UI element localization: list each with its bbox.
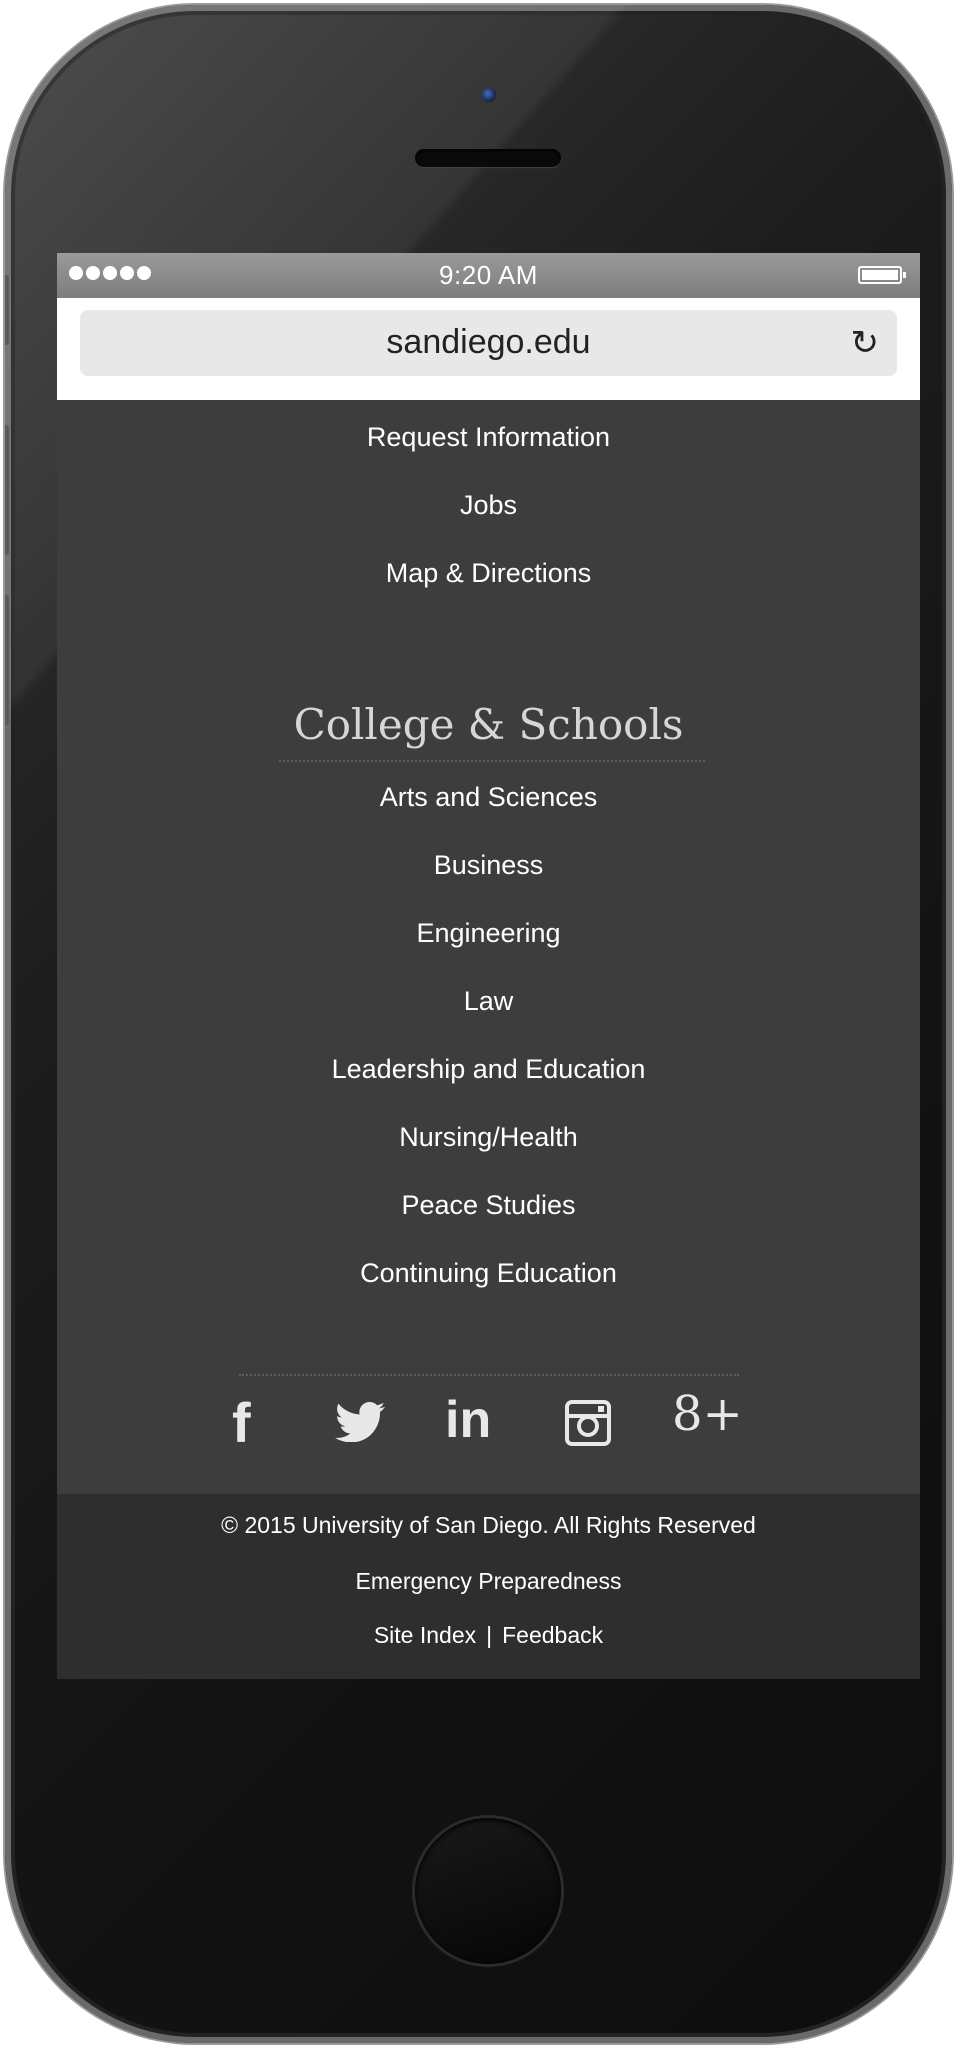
school-link-law[interactable]: Law — [57, 986, 920, 1017]
school-link-arts-sciences[interactable]: Arts and Sciences — [57, 782, 920, 813]
schools-heading: College & Schools — [293, 700, 684, 749]
site-index-link[interactable]: Site Index — [374, 1622, 476, 1648]
map-directions-link[interactable]: Map & Directions — [57, 558, 920, 589]
social-divider — [239, 1374, 739, 1376]
school-link-engineering[interactable]: Engineering — [57, 918, 920, 949]
address-bar[interactable]: sandiego.edu ↻ — [80, 310, 897, 376]
school-link-leadership-education[interactable]: Leadership and Education — [57, 1054, 920, 1085]
twitter-icon[interactable] — [335, 1402, 385, 1447]
jobs-link[interactable]: Jobs — [57, 490, 920, 521]
school-link-peace-studies[interactable]: Peace Studies — [57, 1190, 920, 1221]
page-content: Request Information Jobs Map & Direction… — [57, 400, 920, 1494]
school-link-nursing-health[interactable]: Nursing/Health — [57, 1122, 920, 1153]
phone-screen: 9:20 AM sandiego.edu ↻ Request Informati… — [57, 253, 920, 1679]
earpiece-speaker — [415, 149, 561, 167]
url-text[interactable]: sandiego.edu — [80, 323, 897, 362]
instagram-camera-icon — [565, 1400, 611, 1446]
status-bar: 9:20 AM — [57, 253, 920, 298]
googleplus-icon[interactable]: 8+ — [672, 1386, 743, 1442]
footer-separator: | — [486, 1622, 493, 1648]
request-information-link[interactable]: Request Information — [57, 422, 920, 453]
emergency-preparedness-link[interactable]: Emergency Preparedness — [57, 1568, 920, 1595]
twitter-bird-icon — [335, 1402, 385, 1443]
footer-links-row: Site Index | Feedback — [57, 1622, 920, 1649]
home-button[interactable] — [415, 1818, 561, 1964]
facebook-icon[interactable]: f — [232, 1390, 251, 1455]
school-link-continuing-education[interactable]: Continuing Education — [57, 1258, 920, 1289]
site-footer: © 2015 University of San Diego. All Righ… — [57, 1494, 920, 1679]
silent-switch — [5, 275, 9, 345]
browser-toolbar: sandiego.edu ↻ — [57, 298, 920, 400]
front-camera — [482, 88, 496, 102]
copyright-text: © 2015 University of San Diego. All Righ… — [221, 1512, 756, 1538]
feedback-link[interactable]: Feedback — [502, 1622, 603, 1648]
battery-icon — [858, 266, 906, 284]
instagram-icon[interactable] — [565, 1400, 611, 1451]
reload-icon[interactable]: ↻ — [851, 323, 880, 363]
school-link-business[interactable]: Business — [57, 850, 920, 881]
volume-up-button — [5, 425, 9, 555]
status-time: 9:20 AM — [439, 260, 538, 290]
volume-down-button — [5, 595, 9, 725]
heading-divider — [279, 760, 705, 762]
phone-frame: 9:20 AM sandiego.edu ↻ Request Informati… — [5, 5, 952, 2043]
linkedin-icon[interactable]: in — [445, 1390, 491, 1450]
